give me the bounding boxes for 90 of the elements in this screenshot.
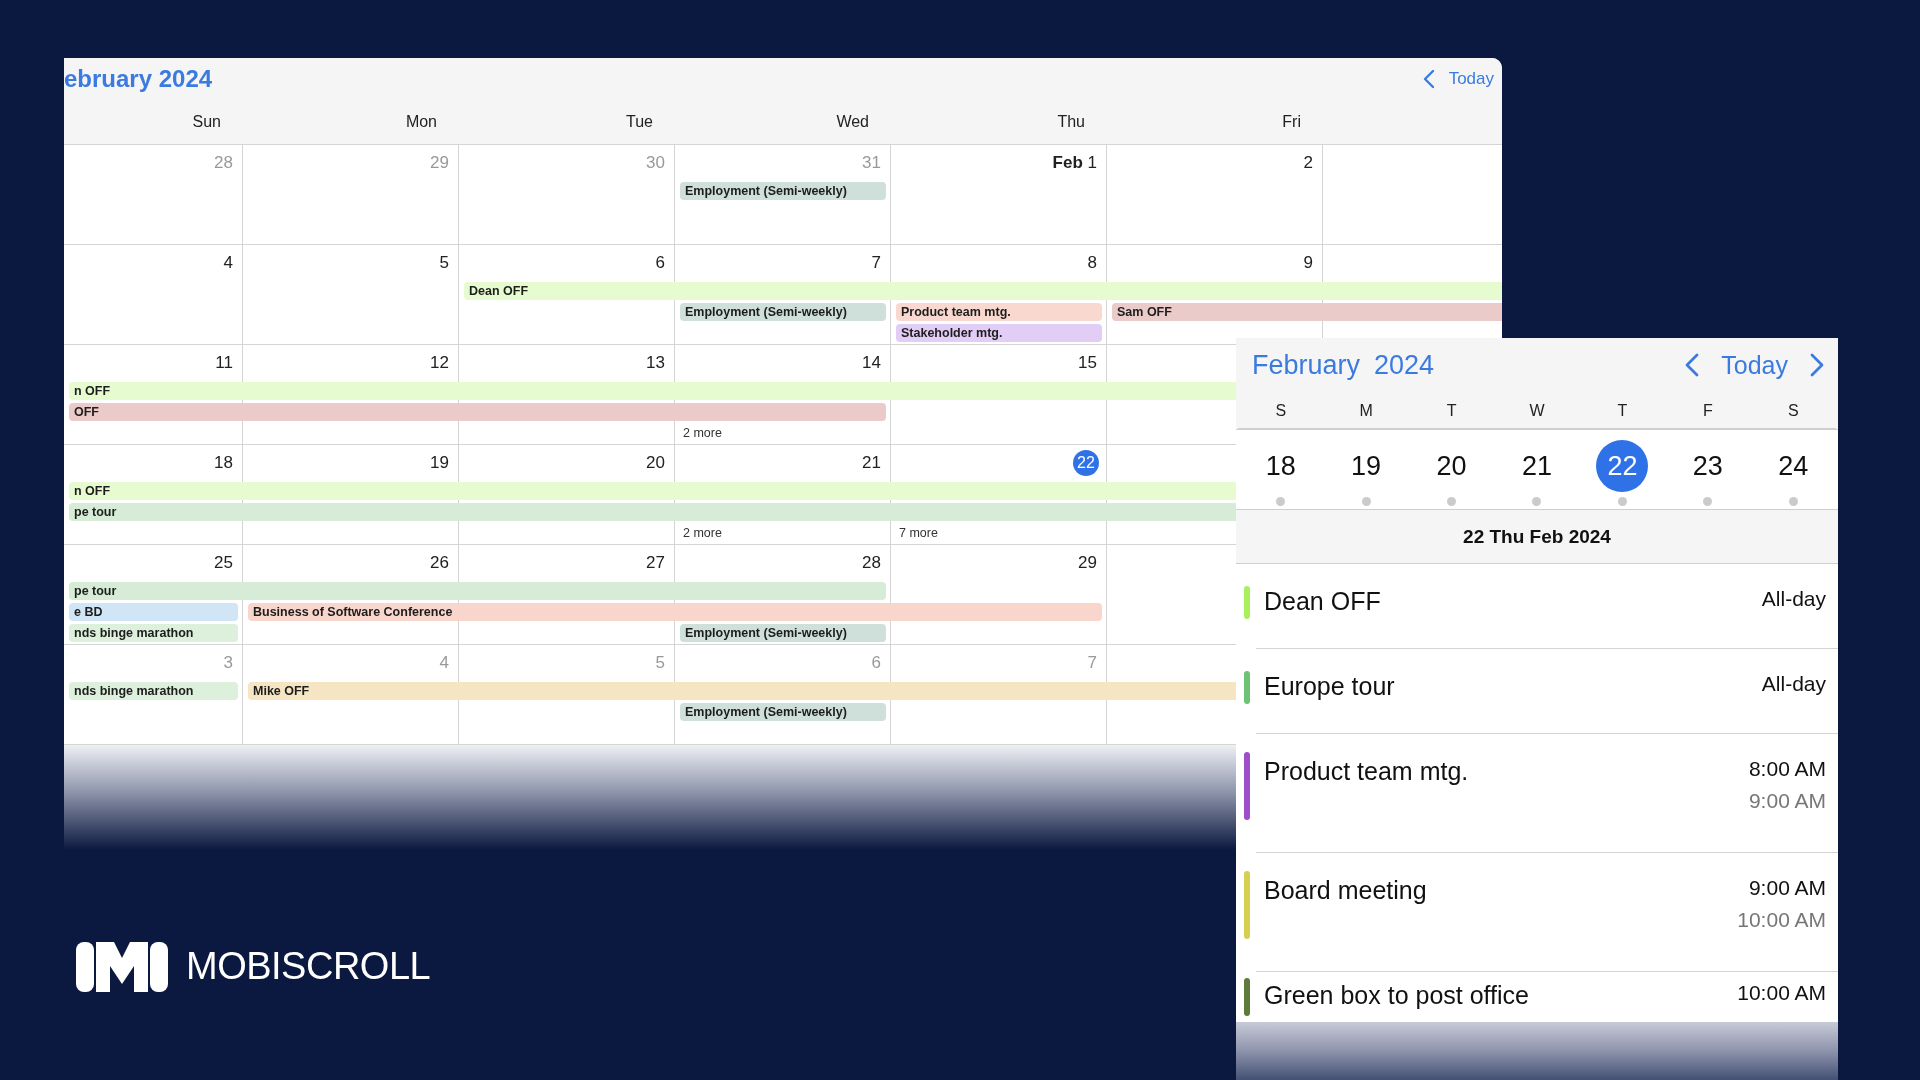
more-events-link[interactable]: 2 more [683,524,722,543]
agenda-event[interactable]: Dean OFF All-day [1236,564,1838,649]
more-events-link[interactable]: 2 more [683,424,722,443]
day-number[interactable]: 18 [214,451,233,475]
day-number[interactable]: Feb 1 [1052,151,1097,175]
event-start-time: 8:00 AM [1748,756,1826,782]
event-start-time: 9:00 AM [1748,875,1826,901]
agenda-event[interactable]: Product team mtg. 8:00 AM 9:00 AM [1236,734,1838,853]
more-events-link[interactable]: 7 more [899,524,938,543]
year-label: 2024 [1374,349,1435,381]
month-title: ebruary 2024 [64,65,213,93]
event-bar[interactable]: Product team mtg. [896,303,1102,321]
weekday-label: S [1238,392,1324,429]
next-chevron-icon[interactable] [1810,353,1824,377]
weekday-label: Tue [626,113,653,131]
event-title: Dean OFF [1264,586,1382,617]
day-number[interactable]: 12 [430,351,449,375]
weekday-label: Sun [192,113,221,131]
weekday-label: S [1750,392,1836,429]
event-dot-icon [1617,497,1627,506]
day-number[interactable]: 29 [1078,551,1097,575]
day-number[interactable]: 8 [1087,251,1097,275]
event-title: Green box to post office [1264,980,1530,1011]
brand-name: MOBISCROLL [186,944,431,988]
event-bar[interactable]: OFF [69,403,886,421]
today-date-marker[interactable]: 22 [1073,450,1099,476]
day-number[interactable]: 14 [862,351,881,375]
event-dot-icon [1361,497,1371,506]
today-button[interactable]: Today [1721,350,1788,380]
event-bar[interactable]: Employment (Semi-weekly) [680,303,886,321]
day-number[interactable]: 21 [862,451,881,475]
today-button[interactable]: Today [1448,69,1494,89]
day-number[interactable]: 28 [862,551,881,575]
event-bar[interactable]: nds binge marathon [69,682,238,700]
weekday-label: F [1665,392,1751,429]
event-end-time: 10:00 AM [1737,907,1826,933]
event-start-time: 10:00 AM [1737,980,1826,1006]
weekday-label: Mon [405,113,437,131]
day-number[interactable]: 26 [430,551,449,575]
day-number[interactable]: 27 [646,551,665,575]
month-label: February [1252,349,1361,381]
day-number[interactable]: 19 [430,451,449,475]
weekday-label: W [1494,392,1580,429]
event-bar[interactable]: Employment (Semi-weekly) [680,182,886,200]
event-start-time: All-day [1761,586,1826,612]
weekday-label: Thu [1057,113,1085,131]
event-bar[interactable]: nds binge marathon [69,624,238,642]
day-number[interactable]: 9 [1303,251,1313,275]
day-number[interactable]: 13 [646,351,665,375]
selected-date-header: 22 Thu Feb 2024 [1236,510,1838,564]
day-number[interactable]: 15 [1078,351,1097,375]
event-end-time: 9:00 AM [1748,788,1826,814]
weekday-label: Wed [836,113,869,131]
event-bar[interactable]: pe tour [69,582,886,600]
event-dot-icon [1788,497,1798,506]
event-bar[interactable]: Employment (Semi-weekly) [680,624,886,642]
day-number[interactable]: 20 [646,451,665,475]
event-title: Product team mtg. [1264,756,1470,787]
day-number[interactable]: 25 [214,551,233,575]
agenda-event[interactable]: Green box to post office 10:00 AM [1236,972,1838,1022]
day-number[interactable]: 6 [655,251,665,275]
event-bar[interactable]: Business of Software Conference [248,603,1102,621]
event-title: Board meeting [1264,875,1428,906]
day-number[interactable]: 4 [223,251,233,275]
weekday-label: Fri [1282,113,1301,131]
event-dot-icon [1532,497,1542,506]
day-number[interactable]: 5 [439,251,449,275]
event-dot-icon [1703,497,1713,506]
day-number[interactable]: 11 [215,351,233,375]
day-number[interactable]: 2 [1303,151,1313,175]
event-dot-icon [1276,497,1286,506]
previous-chevron-icon[interactable] [1422,69,1435,89]
previous-chevron-icon[interactable] [1685,353,1700,377]
event-dot-icon [1447,497,1457,506]
weekday-label: T [1579,392,1666,429]
event-bar[interactable]: Dean OFF [464,282,1502,300]
event-bar[interactable]: Employment (Semi-weekly) [680,703,886,721]
weekday-label: M [1323,392,1409,429]
event-start-time: All-day [1761,671,1826,697]
day-number[interactable]: 7 [871,251,881,275]
event-bar[interactable]: Sam OFF [1112,303,1502,321]
weekday-label: T [1408,392,1495,429]
date-button[interactable]: 21 [1511,440,1563,492]
date-button[interactable]: 22 [1596,440,1649,492]
date-button[interactable]: 23 [1681,440,1734,492]
agenda-event[interactable]: Board meeting 9:00 AM 10:00 AM [1236,853,1838,972]
date-button[interactable]: 24 [1767,440,1820,492]
event-bar[interactable]: e BD [69,603,238,621]
event-bar[interactable]: Stakeholder mtg. [896,324,1102,342]
logo-icon [76,940,168,992]
